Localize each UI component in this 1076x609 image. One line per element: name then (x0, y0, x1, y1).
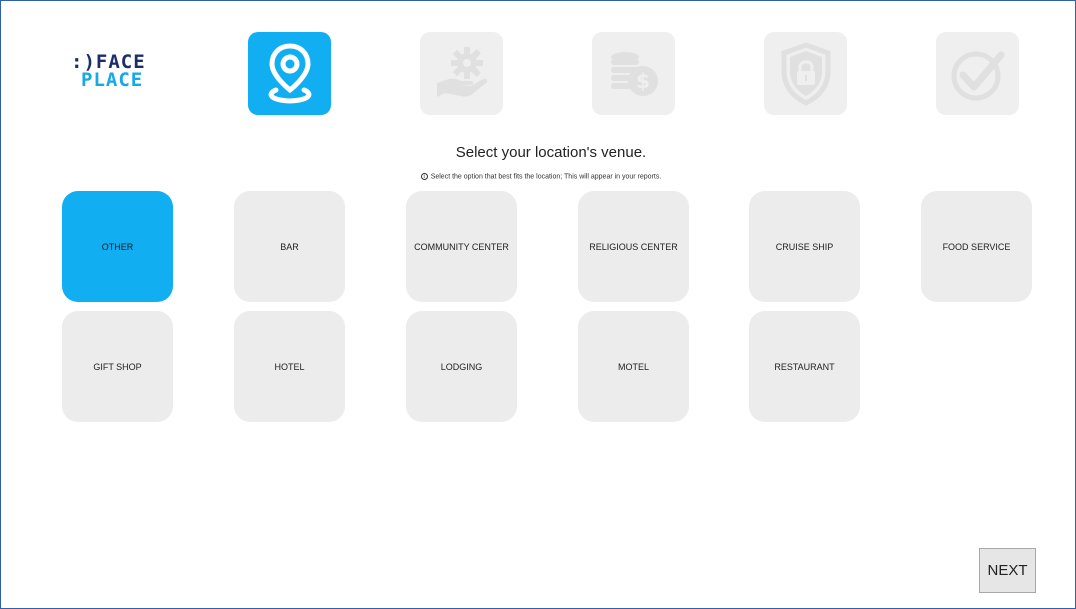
venue-label: LODGING (440, 361, 483, 372)
venue-tile-gift-shop[interactable]: GIFT SHOP (62, 311, 173, 422)
location-pin-icon (268, 42, 311, 104)
info-icon: i (420, 173, 428, 180)
venue-label: BAR (280, 241, 299, 252)
venue-label: OTHER (101, 241, 134, 252)
venue-tile-restaurant[interactable]: RESTAURANT (749, 311, 860, 422)
coins-icon: $ (610, 51, 658, 96)
venue-tile-cruise-ship[interactable]: CRUISE SHIP (749, 191, 860, 302)
venue-tile-community-center[interactable]: COMMUNITY CENTER (406, 191, 517, 302)
venue-label: GIFT SHOP (93, 361, 142, 372)
step-pricing[interactable]: $ (592, 32, 675, 115)
venue-tile-lodging[interactable]: LODGING (406, 311, 517, 422)
venue-tile-hotel[interactable]: HOTEL (234, 311, 345, 422)
step-location[interactable] (248, 32, 331, 115)
step-security[interactable] (764, 32, 847, 115)
app-window: :)FACE PLACE $ Select your location's ve… (0, 0, 1076, 609)
svg-text:$: $ (636, 69, 650, 93)
venue-label: COMMUNITY CENTER (414, 241, 509, 252)
venue-label: FOOD SERVICE (942, 241, 1011, 252)
venue-label: RELIGIOUS CENTER (589, 241, 678, 252)
next-button[interactable]: NEXT (979, 548, 1036, 593)
page-title: Select your location's venue. (455, 144, 647, 161)
venue-label: MOTEL (617, 361, 649, 372)
hint-text: Select the option that best fits the loc… (430, 173, 662, 181)
checkmark-circle-icon (951, 51, 1004, 100)
venue-label: HOTEL (274, 361, 305, 372)
venue-tile-motel[interactable]: MOTEL (578, 311, 689, 422)
venue-tile-bar[interactable]: BAR (234, 191, 345, 302)
hint-text-row: i Select the option that best fits the lo… (1, 173, 1075, 181)
step-services[interactable] (420, 32, 503, 115)
venue-label: RESTAURANT (774, 361, 835, 372)
face-place-logo: :)FACE PLACE (71, 51, 171, 95)
venue-tile-food-service[interactable]: FOOD SERVICE (921, 191, 1032, 302)
step-confirm[interactable] (936, 32, 1019, 115)
venue-tile-other[interactable]: OTHER (62, 191, 173, 302)
logo-line-2: PLACE (81, 69, 144, 91)
venue-tile-religious-center[interactable]: RELIGIOUS CENTER (578, 191, 689, 302)
shield-lock-icon (781, 41, 830, 106)
venue-label: CRUISE SHIP (775, 241, 834, 252)
gear-hand-icon (436, 46, 487, 97)
